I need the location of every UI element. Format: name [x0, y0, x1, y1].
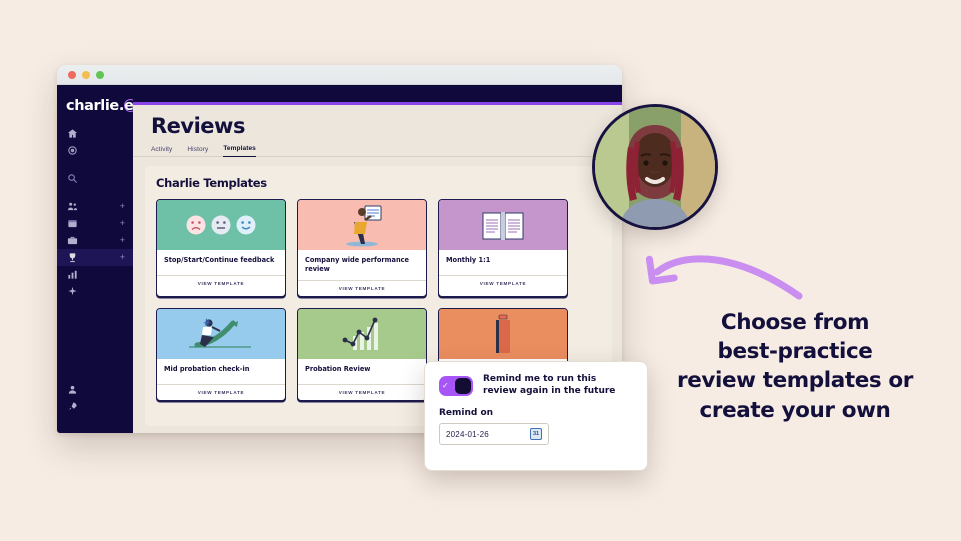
check-icon: ✓ [442, 380, 449, 390]
search-icon [68, 174, 78, 184]
trophy-icon [69, 253, 76, 263]
template-title: Company wide performance review [305, 256, 410, 273]
template-thumbnail [298, 308, 426, 359]
sidebar-item-calendar[interactable]: + [57, 215, 133, 232]
people-icon [67, 202, 78, 211]
tab-history[interactable]: History [187, 146, 208, 157]
template-title: Probation Review [305, 364, 371, 373]
minimize-window-button[interactable] [82, 70, 90, 79]
sidebar-item-reviews[interactable]: + [57, 249, 133, 266]
reminder-modal: ✓ Remind me to run this review again in … [424, 361, 648, 471]
reminder-toggle-row: ✓ Remind me to run this review again in … [439, 374, 633, 397]
template-thumbnail [157, 200, 285, 250]
template-thumbnail [157, 308, 285, 359]
briefcase-icon [67, 236, 78, 245]
template-card[interactable]: Monthly 1:1 VIEW TEMPLATE [438, 199, 568, 297]
callout-line-1: Choose from [720, 310, 870, 335]
view-template-button[interactable]: VIEW TEMPLATE [439, 275, 567, 291]
view-template-button[interactable]: VIEW TEMPLATE [157, 383, 285, 400]
template-thumbnail [439, 308, 567, 359]
template-card[interactable]: Company wide performance review VIEW TEM… [297, 199, 427, 297]
faces-icon [186, 215, 256, 235]
avatar [592, 104, 718, 230]
promo-screenshot: charlie.e + + + + Reviews Activity Histo… [0, 0, 961, 541]
open-book-icon [482, 212, 524, 240]
template-card[interactable]: Stop/Start/Continue feedback VIEW TEMPLA… [156, 199, 286, 297]
sidebar-bottom-nav [57, 381, 133, 415]
growth-chart-icon [342, 317, 378, 350]
sparkle-icon [68, 286, 77, 296]
template-thumbnail [298, 200, 426, 250]
person-presenting-icon [346, 205, 382, 247]
content-topbar [133, 85, 622, 102]
view-template-button[interactable]: VIEW TEMPLATE [298, 383, 426, 400]
template-title: Monthly 1:1 [446, 256, 491, 264]
close-window-button[interactable] [68, 70, 76, 79]
section-title: Charlie Templates [156, 176, 267, 190]
template-card[interactable]: Mid probation check-in VIEW TEMPLATE [156, 307, 286, 401]
add-calendar-button[interactable]: + [120, 219, 125, 228]
sidebar-item-search[interactable] [57, 170, 133, 187]
sidebar-item-home[interactable] [57, 125, 133, 142]
callout-line-3: review templates or [677, 368, 913, 394]
window-titlebar [57, 65, 622, 85]
sidebar-item-support[interactable] [57, 381, 133, 398]
add-people-button[interactable]: + [120, 202, 125, 211]
support-icon [68, 385, 77, 394]
sidebar-item-jobs[interactable]: + [57, 232, 133, 249]
home-icon [67, 129, 78, 138]
callout-text: Choose from best-practice review templat… [640, 308, 950, 425]
template-card[interactable]: Probation Review VIEW TEMPLATE [297, 307, 427, 401]
document-icon [496, 314, 510, 353]
add-review-button[interactable]: + [120, 253, 125, 262]
toggle-knob [455, 377, 471, 394]
callout-line-4: create your own [699, 397, 891, 423]
callout-line-2: best-practice [717, 339, 873, 365]
remind-date-input[interactable]: 2024-01-26 31 [439, 423, 549, 446]
tab-activity[interactable]: Activity [151, 146, 172, 157]
template-thumbnail [439, 200, 567, 250]
sidebar: charlie.e + + + + [57, 85, 138, 433]
template-title: Mid probation check-in [164, 364, 250, 373]
view-template-button[interactable]: VIEW TEMPLATE [298, 279, 426, 296]
charlie-logo[interactable]: charlie.e [57, 93, 138, 119]
template-title: Stop/Start/Continue feedback [164, 256, 275, 264]
avatar-photo [595, 107, 715, 227]
maximize-window-button[interactable] [96, 70, 104, 79]
page-header: Reviews Activity History Templates [133, 105, 622, 157]
curved-arrow-icon [645, 252, 805, 307]
remind-date-value: 2024-01-26 [446, 429, 489, 439]
logo-text: charlie [66, 98, 119, 114]
sidebar-item-insights[interactable] [57, 283, 133, 300]
sidebar-nav: + + + + [57, 125, 133, 300]
chart-icon [68, 270, 77, 279]
rocket-icon [69, 402, 77, 410]
sidebar-item-reports[interactable] [57, 266, 133, 283]
target-icon [68, 146, 77, 155]
reminder-toggle[interactable]: ✓ [439, 375, 473, 396]
tab-templates[interactable]: Templates [223, 145, 256, 157]
sidebar-item-people[interactable]: + [57, 198, 133, 215]
page-title: Reviews [151, 114, 245, 138]
view-template-button[interactable]: VIEW TEMPLATE [157, 275, 285, 291]
reminder-label: Remind me to run this review again in th… [483, 374, 616, 396]
calendar-icon [68, 220, 77, 228]
sidebar-item-whats-new[interactable] [57, 398, 133, 415]
person-climbing-icon [189, 317, 251, 348]
sidebar-item-goals[interactable] [57, 142, 133, 159]
calendar-icon[interactable]: 31 [530, 428, 542, 441]
remind-on-label: Remind on [439, 408, 494, 419]
add-job-button[interactable]: + [120, 236, 125, 245]
